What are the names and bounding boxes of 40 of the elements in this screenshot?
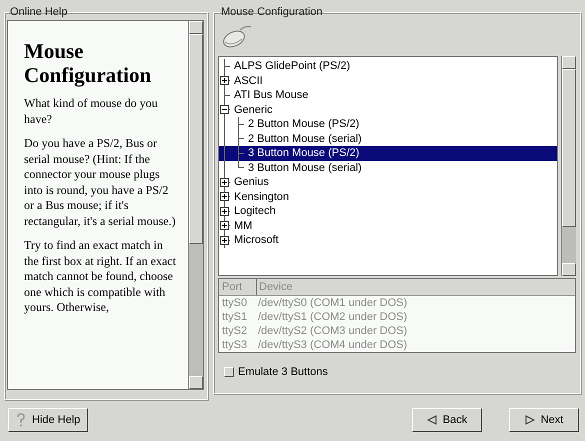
tree-item[interactable]: ASCII [219,74,557,88]
tree-item[interactable]: ALPS GlidePoint (PS/2) [219,59,557,74]
tree-item[interactable]: Logitech [219,204,557,218]
table-cell-text: /dev/ttyS3 (COM4 under DOS) [257,339,408,351]
table-cell-text: /dev/ttyS2 (COM3 under DOS) [257,325,408,337]
tree-item[interactable]: MM [219,218,557,233]
tree-item[interactable]: Kensington [219,190,557,204]
tree-item[interactable]: 3 Button Mouse (PS/2) [219,146,557,160]
help-paragraph: Do you have a PS/2, Bus or serial mouse? (Hint: If the connector your mouse plugs into is round, you have a PS/2 or a Bus mouse; if it's rectangular, it's a serial mouse.) [24,136,177,229]
question-mark-icon [16,413,26,427]
help-paragraph: Try to find an exact match in the first box at right. If an exact match cannot be found, choose one which is compatible with yours. Otherwise, [24,238,177,316]
help-paragraph: What kind of mouse do you have? [24,96,159,127]
checkbox-label[interactable]: Emulate 3 Buttons [238,366,328,378]
scrollbar[interactable] [188,21,203,389]
scroll-thumb[interactable] [562,69,576,227]
right-triangle-icon [524,415,535,425]
tree-item[interactable]: 2 Button Mouse (serial) [219,132,557,146]
tree-item[interactable]: Genius [219,175,557,190]
scroll-thumb[interactable] [189,34,203,244]
table-cell-text: ttyS0 [221,297,248,309]
next-button[interactable]: Next [509,408,579,432]
frame-title: Online Help [9,6,68,18]
scrollbar[interactable] [561,56,576,276]
checkbox[interactable] [224,367,234,377]
tree-item[interactable]: 2 Button Mouse (PS/2) [219,117,557,132]
table-cell-text: /dev/ttyS0 (COM1 under DOS) [257,297,408,309]
left-triangle-icon [426,415,437,425]
back-button[interactable]: Back [412,408,482,432]
frame-title: Mouse Configuration [220,6,324,18]
table-cell-text: /dev/ttyS1 (COM2 under DOS) [257,311,408,323]
tree-item[interactable]: 3 Button Mouse (serial) [219,160,557,175]
table-cell-text: ttyS3 [221,339,248,351]
hide-help-button[interactable]: Hide Help [8,408,88,432]
tree-item[interactable]: Generic [219,102,557,117]
tree-item[interactable]: ATI Bus Mouse [219,88,557,102]
table-cell-text: ttyS2 [221,325,248,337]
table-cell-text: ttyS1 [221,311,248,323]
mouse-icon [222,24,252,48]
help-heading: Mouse Configuration [24,39,152,87]
tree-item[interactable]: Microsoft [219,233,557,248]
